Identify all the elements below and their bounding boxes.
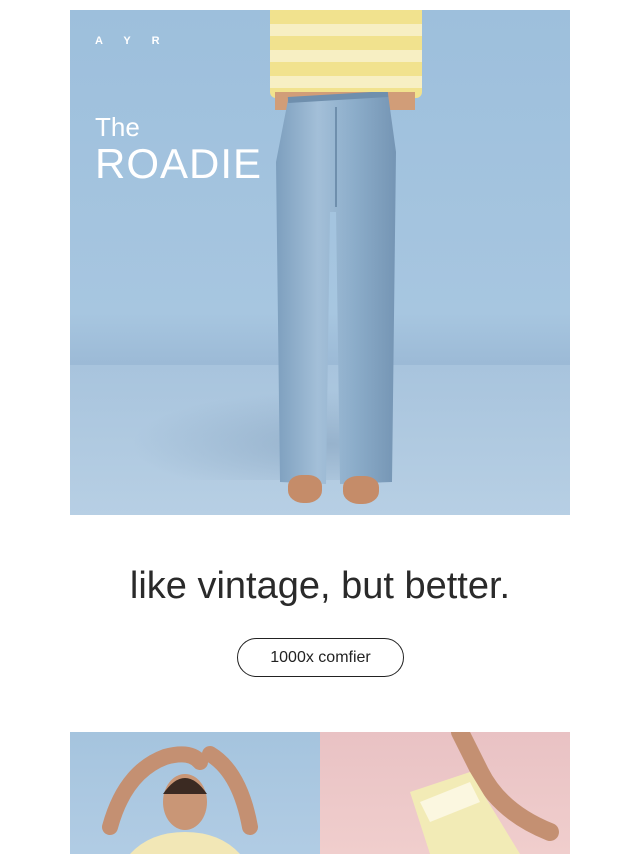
right-foot [343,476,379,504]
product-tile-left[interactable] [70,732,320,854]
yellow-striped-tee [270,10,422,98]
hero-image[interactable]: A Y R The ROADIE [70,10,570,515]
tagline: like vintage, but better. [129,565,511,607]
hero-title-large: ROADIE [95,140,263,187]
left-foot [288,475,322,503]
comfier-button[interactable]: 1000x comfier [237,638,404,677]
jeans-illustration [276,92,396,484]
model-arms-up-image [102,746,258,854]
hero-title-small: The [95,112,140,142]
product-tile-right[interactable] [320,732,570,854]
model-lying-image [410,732,559,854]
brand-logo[interactable]: A Y R [95,35,169,47]
